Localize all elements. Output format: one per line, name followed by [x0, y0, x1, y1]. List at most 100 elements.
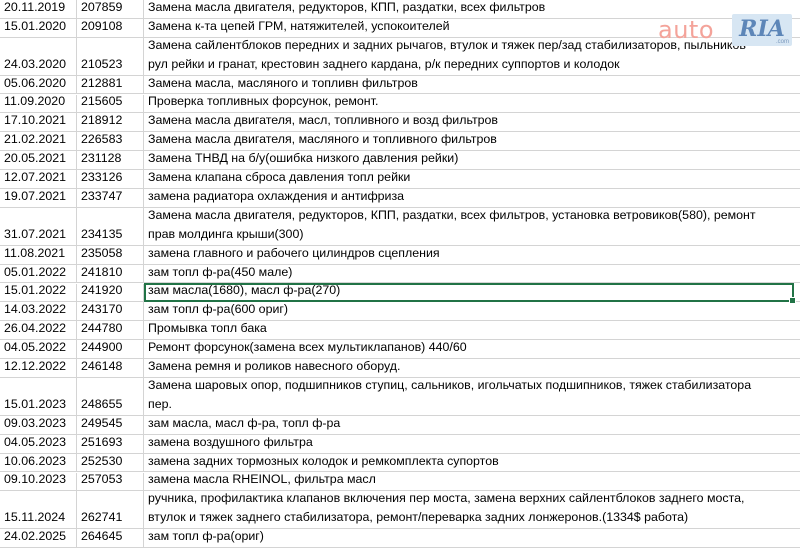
description-cell[interactable]: замена задних тормозных колодок и ремком…	[144, 454, 800, 472]
description-cell-text: Замена ремня и роликов навесного оборуд.	[148, 359, 401, 374]
description-cell[interactable]: Замена масла двигателя, масляного и топл…	[144, 132, 800, 150]
date-cell[interactable]: 24.02.2025	[0, 529, 77, 548]
date-cell[interactable]: 19.07.2021	[0, 189, 77, 207]
mileage-cell[interactable]: 246148	[77, 359, 144, 377]
mileage-cell[interactable]: 249545	[77, 415, 144, 434]
date-cell[interactable]: 21.02.2021	[0, 132, 77, 151]
date-cell-text: 19.07.2021	[4, 189, 67, 203]
table-row: 09.10.2023 257053 замена масла RHEINOL, фи…	[0, 472, 800, 492]
mileage-cell[interactable]: 234135	[77, 207, 144, 245]
date-cell[interactable]: 09.10.2023	[0, 472, 77, 491]
description-cell[interactable]: зам топл ф-ра(600 ориг)	[144, 302, 800, 320]
date-cell[interactable]: 17.10.2021	[0, 113, 77, 132]
mileage-cell[interactable]: 252530	[77, 453, 144, 472]
date-cell[interactable]: 20.05.2021	[0, 151, 77, 170]
logo-auto-text: auto	[658, 16, 715, 44]
description-cell[interactable]: Замена клапана сброса давления топл рейк…	[144, 170, 800, 188]
mileage-cell[interactable]: 244900	[77, 340, 144, 359]
description-cell-text: Замена масла, масляного и топливн фильтр…	[148, 75, 418, 90]
mileage-cell[interactable]: 212881	[77, 75, 144, 94]
description-cell[interactable]: замена масла RHEINOL, фильтра масл	[144, 473, 800, 491]
mileage-cell[interactable]: 215605	[77, 94, 144, 113]
mileage-cell[interactable]: 207859	[77, 0, 144, 18]
description-cell[interactable]: зам топл ф-ра(450 мале)	[144, 265, 800, 283]
date-cell-text: 24.02.2025	[4, 529, 67, 544]
date-cell[interactable]: 09.03.2023	[0, 415, 77, 434]
description-cell[interactable]: зам масла, масл ф-ра, топл ф-ра	[144, 416, 800, 434]
date-cell[interactable]: 14.03.2022	[0, 302, 77, 321]
description-cell[interactable]: замена радиатора охлаждения и антифриза	[144, 189, 800, 207]
description-cell-text: зам топл ф-ра(600 ориг)	[148, 302, 289, 317]
description-cell[interactable]: Замена масла двигателя, масл, топливного…	[144, 113, 800, 131]
date-cell[interactable]: 15.11.2024	[0, 491, 77, 529]
description-cell[interactable]: Замена шаровых опор, подшипников ступиц,…	[144, 378, 800, 415]
date-cell[interactable]: 05.06.2020	[0, 75, 77, 94]
mileage-cell[interactable]: 231128	[77, 151, 144, 170]
description-cell[interactable]: Проверка топливных форсунок, ремонт.	[144, 95, 800, 113]
date-cell[interactable]: 04.05.2023	[0, 434, 77, 453]
table-row: 14.03.2022 243170 зам топл ф-ра(600 ориг)	[0, 302, 800, 322]
description-cell[interactable]: Замена ТНВД на б/у(ошибка низкого давлен…	[144, 151, 800, 169]
mileage-cell[interactable]: 257053	[77, 472, 144, 491]
date-cell[interactable]: 04.05.2022	[0, 340, 77, 359]
mileage-cell[interactable]: 209108	[77, 18, 144, 37]
mileage-cell[interactable]: 248655	[77, 378, 144, 415]
description-cell[interactable]: зам топл ф-ра(ориг)	[144, 529, 800, 547]
mileage-cell-text: 241920	[81, 283, 123, 298]
mileage-cell-text: 235058	[81, 245, 123, 260]
description-cell[interactable]: Замена масла, масляного и топливн фильтр…	[144, 76, 800, 94]
mileage-cell[interactable]: 243170	[77, 302, 144, 321]
mileage-cell-text: 248655	[81, 396, 123, 411]
mileage-cell-text: 244900	[81, 340, 123, 355]
date-cell[interactable]: 26.04.2022	[0, 321, 77, 340]
mileage-cell[interactable]: 241920	[77, 283, 144, 302]
mileage-cell[interactable]: 233126	[77, 170, 144, 188]
mileage-cell[interactable]: 233747	[77, 189, 144, 207]
description-cell[interactable]: замена воздушного фильтра	[144, 435, 800, 453]
date-cell-text: 20.11.2019	[4, 0, 66, 14]
description-cell[interactable]: Ремонт форсунок(замена всех мультиклапан…	[144, 340, 800, 358]
date-cell[interactable]: 12.07.2021	[0, 170, 77, 188]
date-cell[interactable]: 31.07.2021	[0, 207, 77, 245]
date-cell-text: 26.04.2022	[4, 321, 67, 336]
date-cell[interactable]: 20.11.2019	[0, 0, 77, 18]
description-cell[interactable]: ручника, профилактика клапанов включения…	[144, 491, 800, 528]
mileage-cell[interactable]: 244780	[77, 321, 144, 340]
description-cell-text: зам топл ф-ра(450 мале)	[148, 264, 293, 279]
table-row: 04.05.2023 251693 замена воздушного фильтр…	[0, 434, 800, 454]
date-cell[interactable]: 11.08.2021	[0, 245, 77, 264]
description-cell[interactable]: Замена масла двигателя, редукторов, КПП,…	[144, 208, 800, 245]
mileage-cell[interactable]: 218912	[77, 113, 144, 132]
mileage-cell[interactable]: 251693	[77, 434, 144, 453]
table-row: 19.07.2021 233747 замена радиатора охлажде…	[0, 189, 800, 208]
description-cell-text: замена масла RHEINOL, фильтра масл	[148, 472, 376, 487]
mileage-cell[interactable]: 262741	[77, 491, 144, 529]
date-cell[interactable]: 10.06.2023	[0, 453, 77, 472]
mileage-cell-text: 244780	[81, 321, 123, 336]
mileage-cell[interactable]: 226583	[77, 132, 144, 151]
date-cell[interactable]: 15.01.2020	[0, 18, 77, 37]
description-cell[interactable]: Замена ремня и роликов навесного оборуд.	[144, 359, 800, 377]
date-cell-text: 14.03.2022	[4, 302, 67, 317]
auto-ria-watermark: auto RIA .com	[658, 14, 792, 48]
mileage-cell[interactable]: 235058	[77, 245, 144, 264]
mileage-cell-text: 212881	[81, 75, 123, 90]
table-row: 04.05.2022 244900 Ремонт форсунок(замена в…	[0, 340, 800, 360]
date-cell[interactable]: 11.09.2020	[0, 94, 77, 113]
date-cell-text: 20.05.2021	[4, 151, 67, 166]
date-cell[interactable]: 24.03.2020	[0, 37, 77, 75]
description-cell[interactable]: замена главного и рабочего цилиндров сце…	[144, 246, 800, 264]
mileage-cell-text: 251693	[81, 434, 123, 449]
description-cell-text: замена радиатора охлаждения и антифриза	[148, 189, 405, 203]
mileage-cell[interactable]: 264645	[77, 529, 144, 548]
description-cell-text: Замена клапана сброса давления топл рейк…	[148, 170, 411, 185]
mileage-cell[interactable]: 210523	[77, 37, 144, 75]
description-cell-text: Замена шаровых опор, подшипников ступиц,…	[148, 378, 752, 411]
date-cell[interactable]: 15.01.2023	[0, 378, 77, 415]
date-cell[interactable]: 05.01.2022	[0, 264, 77, 283]
description-cell[interactable]: зам масла(1680), масл ф-ра(270)	[144, 284, 800, 302]
mileage-cell[interactable]: 241810	[77, 264, 144, 283]
description-cell[interactable]: Промывка топл бака	[144, 321, 800, 339]
date-cell[interactable]: 15.01.2022	[0, 283, 77, 302]
date-cell[interactable]: 12.12.2022	[0, 359, 77, 377]
